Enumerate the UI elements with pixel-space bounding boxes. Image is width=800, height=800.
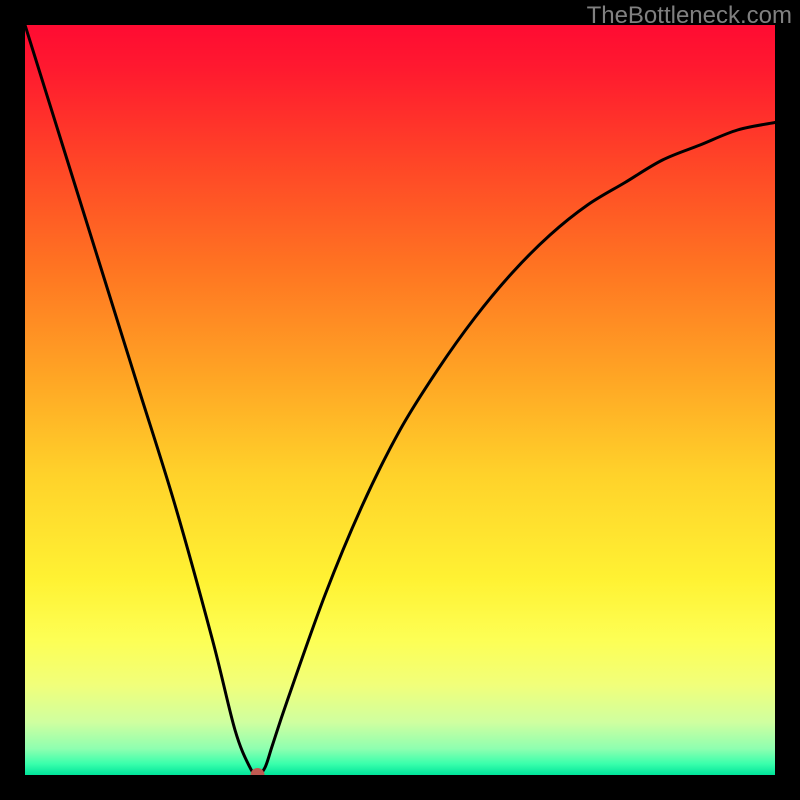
gradient-background [25,25,775,775]
chart-frame: TheBottleneck.com [0,0,800,800]
watermark-text: TheBottleneck.com [587,2,792,30]
plot-area [25,25,775,775]
chart-svg [25,25,775,775]
